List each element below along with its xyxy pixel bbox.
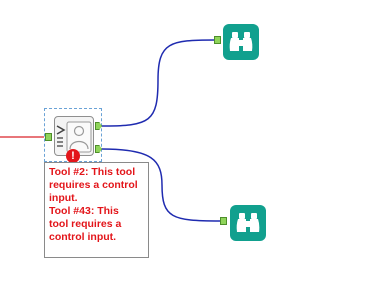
binoculars-icon — [229, 32, 253, 51]
binoculars-icon — [236, 213, 260, 232]
browse-input-anchor-top[interactable] — [214, 36, 221, 44]
browse-tool-bottom[interactable] — [230, 205, 266, 241]
error-line: Tool #2: This tool — [49, 166, 136, 178]
wire-to-browse-top[interactable] — [101, 39, 216, 127]
error-line: requires a control — [49, 179, 138, 191]
error-message-box: Tool #2: This tool requires a control in… — [44, 162, 149, 258]
error-line: input. — [49, 192, 78, 204]
tool-input-anchor[interactable] — [45, 133, 52, 141]
browse-input-anchor-bottom[interactable] — [220, 217, 227, 225]
error-line: tool requires a — [49, 218, 122, 230]
browse-tool-top[interactable] — [223, 24, 259, 60]
exclamation-icon: ! — [66, 149, 80, 163]
error-line: Tool #43: This — [49, 205, 119, 217]
error-line: control input. — [49, 231, 117, 243]
